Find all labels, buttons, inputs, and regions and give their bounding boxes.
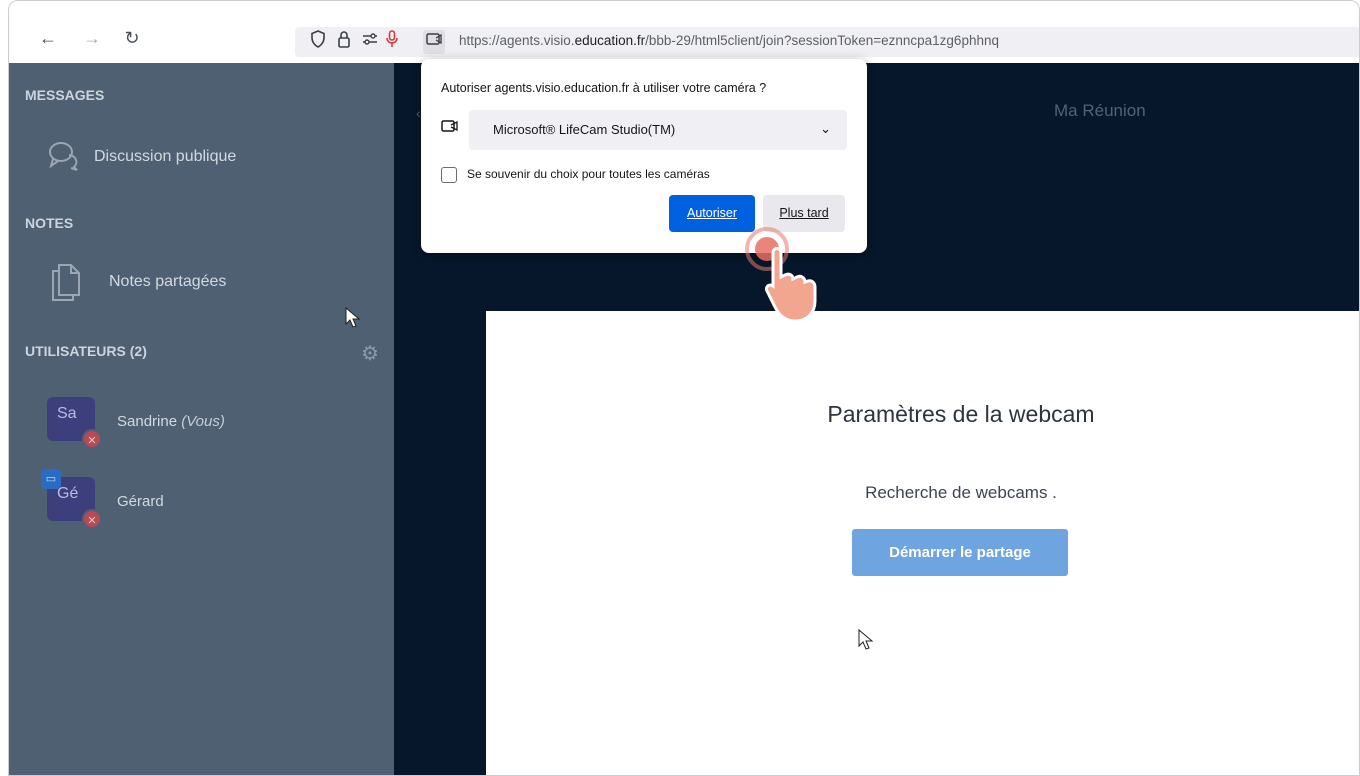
user-name-gerard[interactable]: Gérard: [117, 493, 164, 510]
shared-notes-link[interactable]: Notes partagées: [109, 273, 226, 291]
notes-header: NOTES: [25, 215, 74, 231]
lock-icon[interactable]: [333, 30, 355, 54]
url-text[interactable]: https://agents.visio.education.fr/bbb-29…: [459, 33, 999, 48]
users-header: UTILISATEURS (2): [25, 343, 147, 359]
messages-header: MESSAGES: [25, 87, 105, 103]
document-copy-icon: [49, 261, 83, 301]
tracking-shield-icon[interactable]: [307, 30, 329, 54]
modal-title: Paramètres de la webcam: [827, 401, 1095, 427]
mouse-pointer-icon: [345, 306, 361, 335]
address-bar[interactable]: https://agents.visio.education.fr/bbb-29…: [295, 27, 1359, 57]
user-name-sandrine[interactable]: Sandrine (Vous): [117, 413, 225, 430]
camera-permission-popup: Autoriser agents.visio.education.fr à ut…: [421, 59, 867, 253]
allow-button[interactable]: Autoriser: [669, 195, 755, 232]
chat-bubbles-icon: [47, 139, 81, 173]
microphone-blocked-icon[interactable]: [381, 30, 403, 54]
microphone-off-icon: ✕: [82, 509, 102, 529]
browser-toolbar: ← → ↻ https://agents.visio.education.fr/…: [9, 1, 1359, 63]
pointing-hand-icon: [763, 243, 823, 323]
gear-icon[interactable]: ⚙: [361, 341, 379, 366]
chevron-down-icon: ⌄: [820, 121, 831, 136]
webcam-settings-modal: Paramètres de la webcam Recherche de web…: [486, 311, 1359, 775]
camera-permission-icon[interactable]: [423, 30, 445, 54]
remember-choice-label: Se souvenir du choix pour toutes les cam…: [467, 167, 710, 181]
forward-arrow-icon[interactable]: →: [81, 27, 103, 49]
reload-icon[interactable]: ↻: [121, 27, 143, 49]
public-chat-link[interactable]: Discussion publique: [94, 148, 236, 166]
presenter-icon: ▭: [41, 469, 61, 489]
microphone-off-icon: ✕: [82, 429, 102, 449]
meeting-title: Ma Réunion: [1054, 101, 1146, 120]
mouse-pointer-icon: [858, 628, 874, 657]
permissions-icon[interactable]: [359, 30, 381, 54]
later-button[interactable]: Plus tard: [763, 195, 845, 232]
remember-choice-checkbox[interactable]: [441, 167, 457, 183]
back-arrow-icon[interactable]: ←: [37, 27, 59, 49]
collapse-panel-icon[interactable]: ‹: [416, 105, 421, 121]
browser-window: ← → ↻ https://agents.visio.education.fr/…: [8, 0, 1360, 776]
user-list-sidebar: MESSAGES Discussion publique NOTES Notes…: [9, 63, 394, 775]
webcam-search-status: Recherche de webcams .: [865, 483, 1057, 502]
start-sharing-button[interactable]: Démarrer le partage: [852, 529, 1068, 576]
selected-camera: Microsoft® LifeCam Studio(TM): [493, 122, 676, 137]
camera-select[interactable]: Microsoft® LifeCam Studio(TM) ⌄: [469, 110, 847, 150]
camera-icon: [441, 119, 459, 137]
permission-question: Autoriser agents.visio.education.fr à ut…: [441, 81, 767, 95]
